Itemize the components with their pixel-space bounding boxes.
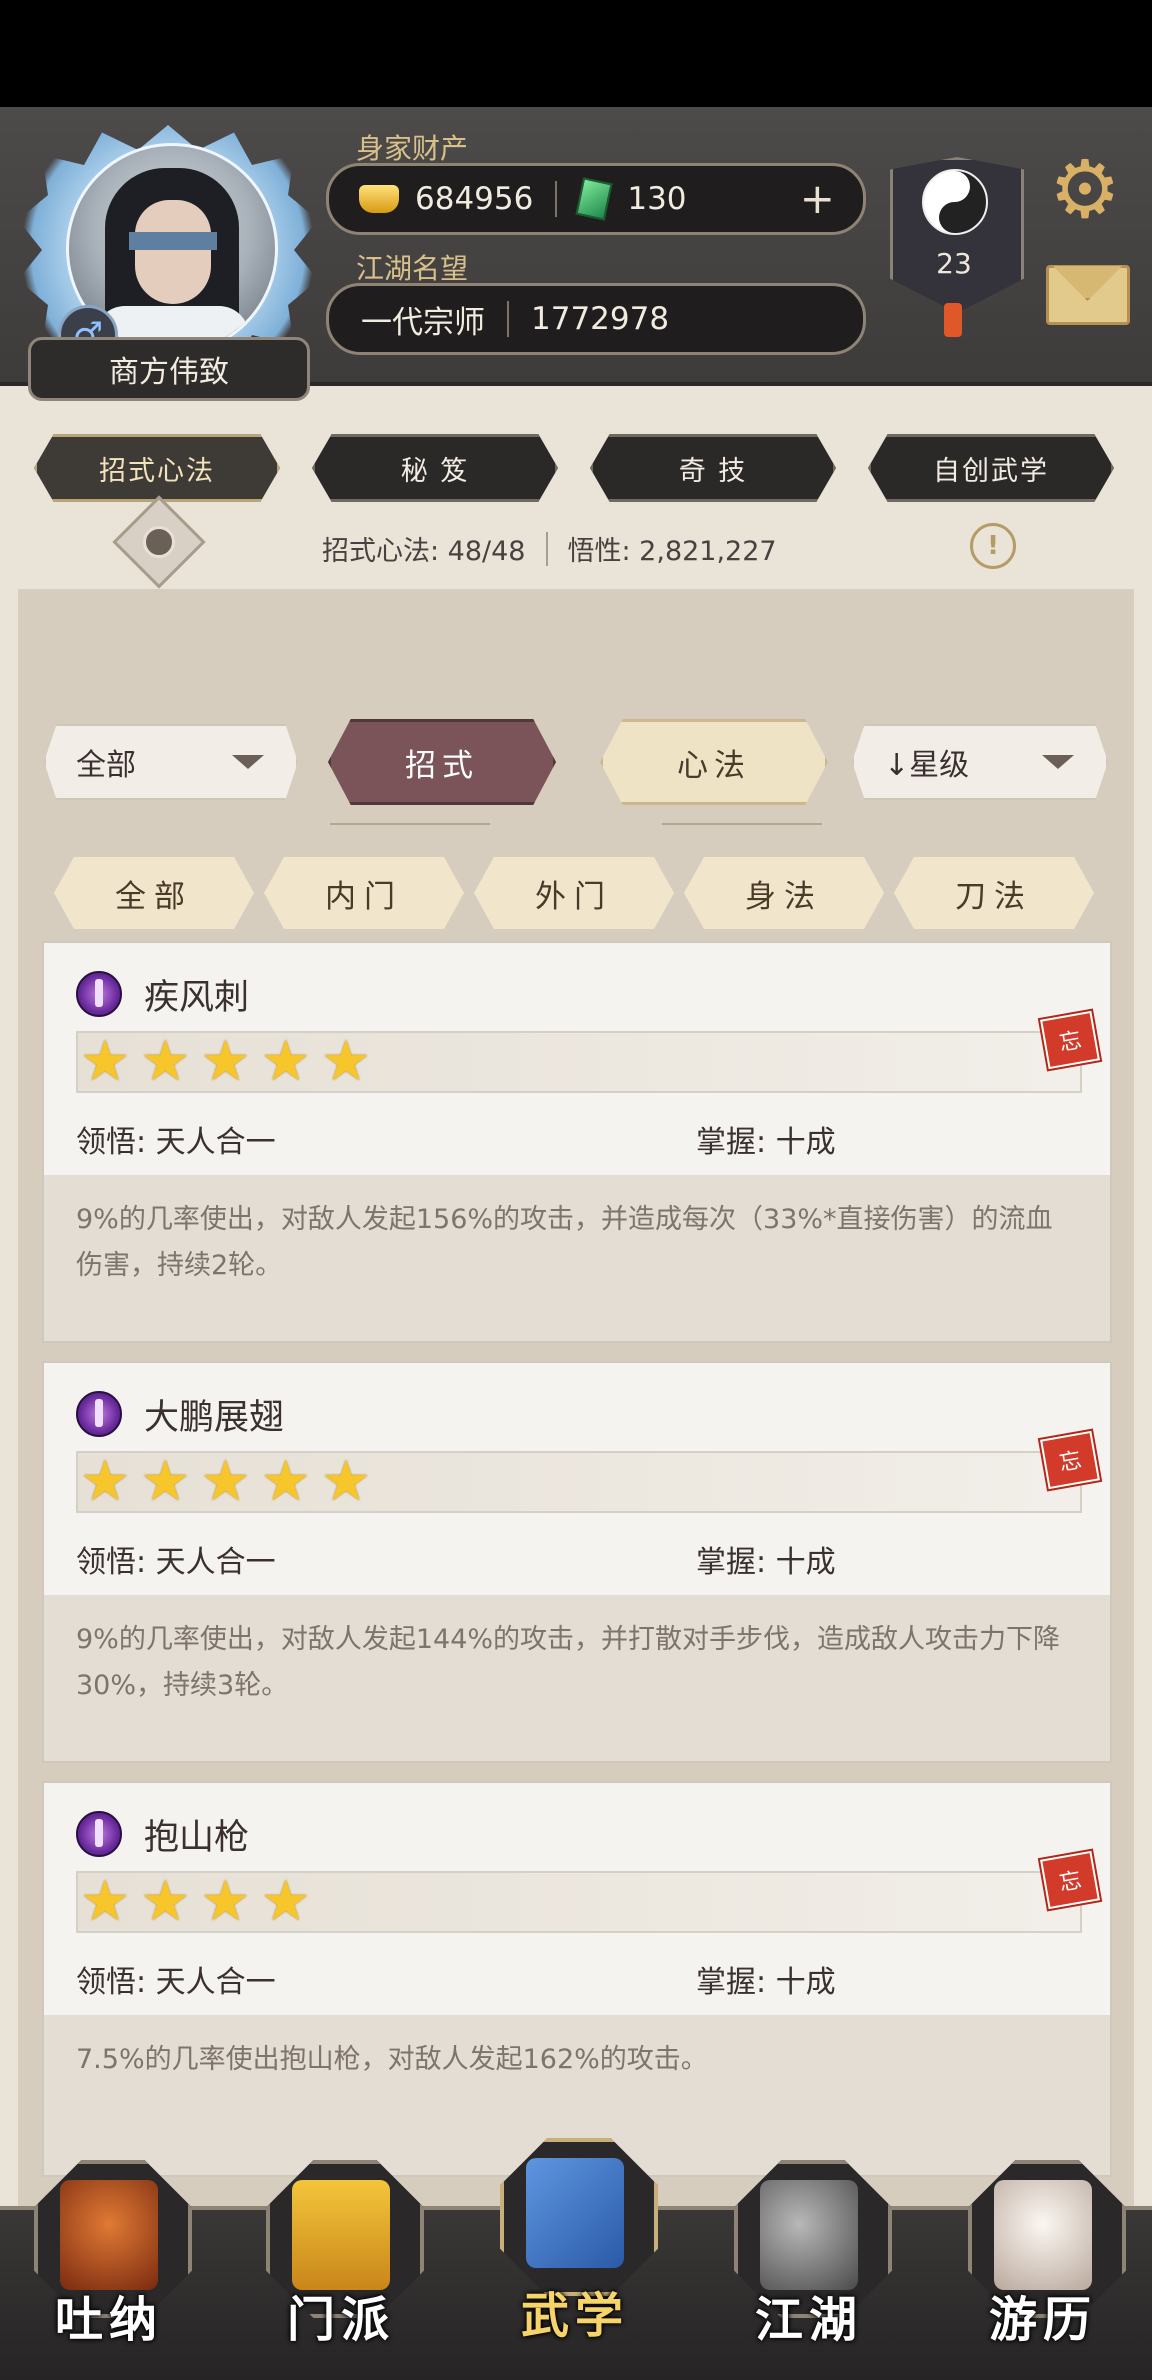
player-name: 商方伟致 — [28, 337, 310, 401]
skill-card[interactable]: 大鹏展翅 ★ ★ ★ ★ ★ 忘 领悟: 天人合一 掌握: 十成 9%的几率使出… — [42, 1361, 1112, 1763]
nav-label: 游历 — [988, 2292, 1097, 2348]
sect-banner-icon — [292, 2180, 390, 2290]
bottom-nav: 吐纳 门派 武学 江湖 游历 — [0, 2138, 1152, 2380]
star-icon: ★ — [200, 1869, 251, 1934]
reputation-title: 一代宗师 — [361, 304, 485, 341]
reputation-value: 1772978 — [531, 301, 670, 337]
jade-amount: 130 — [627, 181, 687, 217]
spear-skill-icon — [76, 1391, 122, 1437]
nav-label: 吐纳 — [54, 2292, 163, 2348]
star-icon: ★ — [200, 1449, 251, 1514]
skill-name: 抱山枪 — [144, 1818, 250, 1858]
mail-envelope-icon[interactable] — [1046, 265, 1130, 325]
info-icon[interactable]: ! — [970, 523, 1016, 569]
category-dropdown-value: 全部 — [76, 748, 136, 783]
nav-martial-arts[interactable]: 武学 — [500, 2138, 658, 2344]
star-icon: ★ — [200, 1029, 251, 1094]
reputation-label: 江湖名望 — [356, 252, 469, 285]
skill-description: 9%的几率使出，对敌人发起144%的攻击，并打散对手步伐，造成敌人攻击力下降30… — [44, 1595, 1110, 1761]
star-icon: ★ — [80, 1029, 131, 1094]
stats-line: 招式心法: 48/48 悟性: 2,821,227 — [322, 529, 777, 568]
rank-level: 23 — [936, 247, 972, 280]
app-screen: ♂ 商方伟致 身家财产 684956 130 + 江湖名望 一代宗师 17729… — [0, 107, 1152, 2376]
skill-card[interactable]: 疾风刺 ★ ★ ★ ★ ★ 忘 领悟: 天人合一 掌握: 十成 9%的几率使出，… — [42, 941, 1112, 1343]
hat-icon — [760, 2180, 858, 2290]
star-icon: ★ — [320, 1029, 372, 1094]
chevron-down-icon — [232, 755, 264, 769]
forget-seal-button[interactable]: 忘 — [1040, 1850, 1100, 1910]
star-icon: ★ — [80, 1869, 131, 1934]
reputation-bar: 一代宗师 1772978 — [326, 283, 866, 355]
taiji-icon — [922, 169, 988, 235]
divider-ornament — [330, 823, 490, 825]
forget-seal-button[interactable]: 忘 — [1040, 1010, 1100, 1070]
star-icon: ★ — [140, 1029, 191, 1094]
spear-skill-icon — [76, 1811, 122, 1857]
moves-count: 招式心法: 48/48 — [322, 536, 526, 567]
forget-seal-button[interactable]: 忘 — [1040, 1430, 1100, 1490]
category-dropdown[interactable]: 全部 — [44, 724, 298, 800]
wealth-bar: 684956 130 + — [326, 163, 866, 235]
insight-value: 悟性: 2,821,227 — [567, 536, 777, 567]
tassel-icon — [944, 303, 962, 337]
tab-self-created[interactable]: 自创武学 — [868, 434, 1114, 502]
add-currency-button[interactable]: + — [800, 178, 835, 220]
skill-card[interactable]: 抱山枪 ★ ★ ★ ★ 忘 领悟: 天人合一 掌握: 十成 7.5%的几率使出抱… — [42, 1781, 1112, 2177]
eye-icon[interactable] — [112, 495, 206, 589]
divider-ornament — [662, 823, 822, 825]
filter-chip-body[interactable]: 身法 — [684, 857, 884, 929]
skill-mastery: 掌握: 十成 — [696, 1545, 836, 1580]
star-rating: ★ ★ ★ ★ ★ — [76, 1451, 1082, 1513]
skill-mastery: 掌握: 十成 — [696, 1965, 836, 2000]
gold-amount: 684956 — [415, 181, 534, 217]
star-rating: ★ ★ ★ ★ — [76, 1871, 1082, 1933]
chevron-down-icon — [1042, 755, 1074, 769]
tab-special-skill[interactable]: 奇 技 — [590, 434, 836, 502]
skill-comprehension: 领悟: 天人合一 — [76, 1125, 276, 1160]
filter-chip-inner[interactable]: 内门 — [264, 857, 464, 929]
star-icon: ★ — [260, 1029, 311, 1094]
wealth-label: 身家财产 — [356, 132, 469, 165]
nav-travel[interactable]: 游历 — [968, 2160, 1126, 2350]
skill-name: 疾风刺 — [144, 978, 250, 1018]
horse-icon — [994, 2180, 1092, 2290]
nav-label: 江湖 — [754, 2292, 863, 2348]
skill-comprehension: 领悟: 天人合一 — [76, 1545, 276, 1580]
nav-label: 门派 — [286, 2292, 395, 2348]
sort-dropdown[interactable]: ↓星级 — [852, 724, 1108, 800]
spear-skill-icon — [76, 971, 122, 1017]
tab-moves[interactable]: 招式 — [328, 719, 556, 805]
star-icon: ★ — [260, 1869, 311, 1934]
star-icon: ★ — [80, 1449, 131, 1514]
nav-breathing[interactable]: 吐纳 — [34, 2160, 192, 2350]
star-icon: ★ — [260, 1449, 311, 1514]
skill-description: 9%的几率使出，对敌人发起156%的攻击，并造成每次（33%*直接伤害）的流血伤… — [44, 1175, 1110, 1341]
skill-comprehension: 领悟: 天人合一 — [76, 1965, 276, 2000]
gold-ingot-icon — [359, 185, 399, 213]
star-icon: ★ — [320, 1449, 372, 1514]
nav-jianghu[interactable]: 江湖 — [734, 2160, 892, 2350]
star-icon: ★ — [140, 1449, 191, 1514]
skill-mastery: 掌握: 十成 — [696, 1125, 836, 1160]
skill-name: 大鹏展翅 — [144, 1398, 285, 1438]
nav-sect[interactable]: 门派 — [266, 2160, 424, 2350]
sort-dropdown-value: ↓星级 — [884, 748, 970, 783]
monk-icon — [60, 2180, 158, 2290]
tab-moves-mindset[interactable]: 招式心法 — [34, 434, 280, 502]
filter-chip-outer[interactable]: 外门 — [474, 857, 674, 929]
martial-book-icon — [526, 2158, 624, 2268]
header: ♂ 商方伟致 身家财产 684956 130 + 江湖名望 一代宗师 17729… — [0, 107, 1152, 401]
star-rating: ★ ★ ★ ★ ★ — [76, 1031, 1082, 1093]
settings-gear-icon[interactable]: ⚙ — [1042, 147, 1128, 233]
tab-secret-manual[interactable]: 秘 笈 — [312, 434, 558, 502]
star-icon: ★ — [140, 1869, 191, 1934]
nav-label: 武学 — [520, 2288, 629, 2344]
jade-icon — [575, 177, 613, 221]
tab-mindset[interactable]: 心法 — [600, 719, 828, 805]
filter-chip-all[interactable]: 全部 — [54, 857, 254, 929]
filter-chip-blade[interactable]: 刀法 — [894, 857, 1094, 929]
